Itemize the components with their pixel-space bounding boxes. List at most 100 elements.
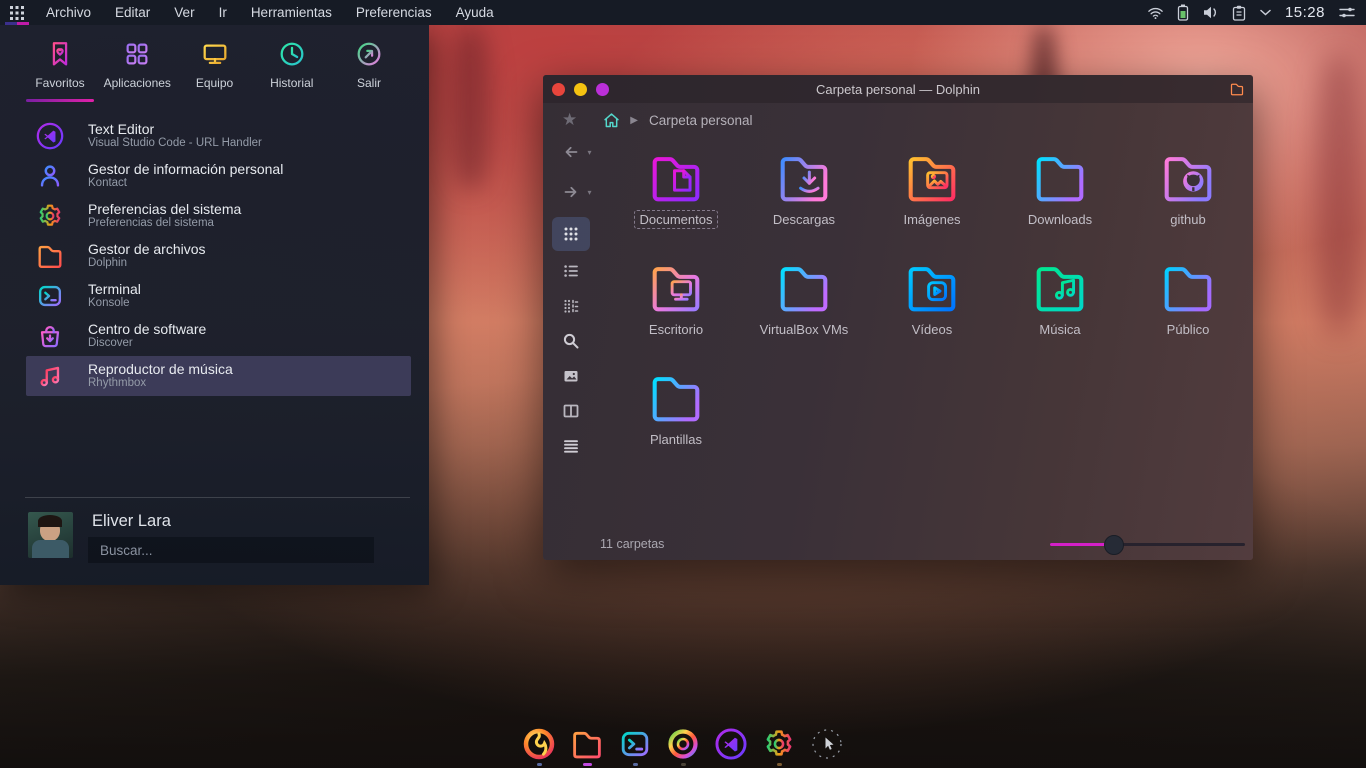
- search-input[interactable]: [88, 537, 374, 563]
- close-button[interactable]: [552, 83, 565, 96]
- folder-icon: [35, 241, 65, 271]
- monitor-glyph-icon: [672, 282, 690, 299]
- wallpaper-tree-trunk: [452, 25, 490, 190]
- folder-downloads[interactable]: Downloads: [996, 147, 1124, 257]
- menu-ayuda[interactable]: Ayuda: [456, 5, 494, 20]
- tab-label: Favoritos: [35, 76, 84, 90]
- forward-dropdown-caret[interactable]: ▾: [587, 188, 591, 197]
- maximize-button[interactable]: [596, 83, 609, 96]
- dock-item-terminal[interactable]: [616, 726, 654, 766]
- list-item-rhythmbox[interactable]: Reproductor de músicaRhythmbox: [26, 356, 411, 396]
- tab-favoritos[interactable]: Favoritos: [24, 39, 96, 102]
- list-item-kontact[interactable]: Gestor de información personalKontact: [0, 156, 429, 196]
- app-grid-active-underline: [5, 22, 29, 25]
- folder-label: Público: [1161, 320, 1216, 339]
- chevron-down-icon[interactable]: [1259, 8, 1272, 17]
- menu-editar[interactable]: Editar: [115, 5, 150, 20]
- app-grid-button[interactable]: [0, 0, 34, 25]
- menu-button[interactable]: [553, 431, 589, 461]
- window-title: Carpeta personal — Dolphin: [543, 82, 1253, 97]
- tab-salir[interactable]: Salir: [333, 39, 405, 102]
- list-item-discover[interactable]: Centro de softwareDiscover: [0, 316, 429, 356]
- forward-button[interactable]: ▾: [553, 177, 589, 207]
- running-indicator: [633, 763, 638, 766]
- list-item-konsole[interactable]: TerminalKonsole: [0, 276, 429, 316]
- divider: [25, 497, 410, 498]
- network-icon[interactable]: [1147, 5, 1164, 20]
- folder-icon: [1157, 147, 1219, 209]
- dock-item-file-manager[interactable]: [568, 726, 606, 766]
- menu-preferencias[interactable]: Preferencias: [356, 5, 432, 20]
- app-subtitle: Discover: [88, 337, 206, 350]
- menu-archivo[interactable]: Archivo: [46, 5, 91, 20]
- zoom-slider[interactable]: [1050, 543, 1245, 546]
- status-text: 11 carpetas: [600, 537, 664, 551]
- split-view-button[interactable]: [553, 396, 589, 426]
- back-button[interactable]: ▾: [553, 137, 589, 167]
- tab-equipo[interactable]: Equipo: [179, 39, 251, 102]
- github-glyph-icon: [1183, 171, 1203, 191]
- folder-github[interactable]: github: [1124, 147, 1252, 257]
- avatar[interactable]: [28, 512, 73, 558]
- preview-button[interactable]: [553, 361, 589, 391]
- search-button[interactable]: [553, 326, 589, 356]
- folder-plantillas[interactable]: Plantillas: [612, 367, 740, 477]
- app-title: Reproductor de música: [88, 361, 233, 377]
- app-subtitle: Konsole: [88, 297, 141, 310]
- dock-item-firefox[interactable]: [520, 726, 558, 766]
- app-title: Preferencias del sistema: [88, 201, 241, 217]
- app-title: Gestor de información personal: [88, 161, 283, 177]
- app-subtitle: Kontact: [88, 177, 283, 190]
- list-item-system-settings[interactable]: Preferencias del sistemaPreferencias del…: [0, 196, 429, 236]
- folder-musica[interactable]: Música: [996, 257, 1124, 367]
- pointer-icon: [809, 726, 845, 762]
- star-icon[interactable]: ★: [562, 110, 577, 130]
- document-glyph-icon: [675, 171, 691, 190]
- list-view-button[interactable]: [553, 256, 589, 286]
- app-title: Gestor de archivos: [88, 241, 206, 257]
- folder-escritorio[interactable]: Escritorio: [612, 257, 740, 367]
- system-tray: 15:28: [1147, 4, 1366, 21]
- folder-descargas[interactable]: Descargas: [740, 147, 868, 257]
- menu-herramientas[interactable]: Herramientas: [251, 5, 332, 20]
- zoom-slider-handle[interactable]: [1104, 535, 1124, 555]
- titlebar[interactable]: Carpeta personal — Dolphin: [543, 75, 1253, 103]
- zoom-slider-fill: [1050, 543, 1110, 546]
- folder-imagenes[interactable]: Imágenes: [868, 147, 996, 257]
- dock: [0, 726, 1366, 766]
- chevron-right-icon: ▶: [630, 115, 638, 126]
- battery-icon[interactable]: [1177, 4, 1189, 21]
- list-item-text-editor[interactable]: Text EditorVisual Studio Code - URL Hand…: [0, 116, 429, 156]
- app-subtitle: Rhythmbox: [88, 377, 233, 390]
- clock[interactable]: 15:28: [1285, 4, 1325, 21]
- grid-view-button[interactable]: [552, 217, 590, 251]
- clipboard-icon[interactable]: [1232, 5, 1246, 21]
- dock-item-pointer[interactable]: [808, 726, 846, 766]
- menu-ir[interactable]: Ir: [219, 5, 227, 20]
- folder-label: Música: [1033, 320, 1086, 339]
- app-subtitle: Preferencias del sistema: [88, 217, 241, 230]
- dock-item-chrome[interactable]: [664, 726, 702, 766]
- minimize-button[interactable]: [574, 83, 587, 96]
- folder-publico[interactable]: Público: [1124, 257, 1252, 367]
- app-title: Text Editor: [88, 121, 262, 137]
- volume-icon[interactable]: [1202, 5, 1219, 20]
- dock-item-settings[interactable]: [760, 726, 798, 766]
- titlebar-folder-icon[interactable]: [1229, 81, 1245, 97]
- breadcrumb[interactable]: Carpeta personal: [649, 113, 753, 128]
- dock-item-vscode[interactable]: [712, 726, 750, 766]
- menu-ver[interactable]: Ver: [174, 5, 194, 20]
- list-item-dolphin[interactable]: Gestor de archivosDolphin: [0, 236, 429, 276]
- compact-view-button[interactable]: [553, 291, 589, 321]
- settings-sliders-icon[interactable]: [1338, 5, 1356, 20]
- folder-videos[interactable]: Vídeos: [868, 257, 996, 367]
- tab-aplicaciones[interactable]: Aplicaciones: [101, 39, 173, 102]
- back-dropdown-caret[interactable]: ▾: [587, 148, 591, 157]
- view-toolbar: ▾ ▾: [543, 137, 598, 530]
- tab-historial[interactable]: Historial: [256, 39, 328, 102]
- folder-documentos[interactable]: Documentos: [612, 147, 740, 257]
- wallpaper-tree-trunk: [1316, 55, 1362, 335]
- home-icon[interactable]: [602, 111, 621, 130]
- folder-virtualbox-vms[interactable]: VirtualBox VMs: [740, 257, 868, 367]
- folder-icon: [645, 147, 707, 209]
